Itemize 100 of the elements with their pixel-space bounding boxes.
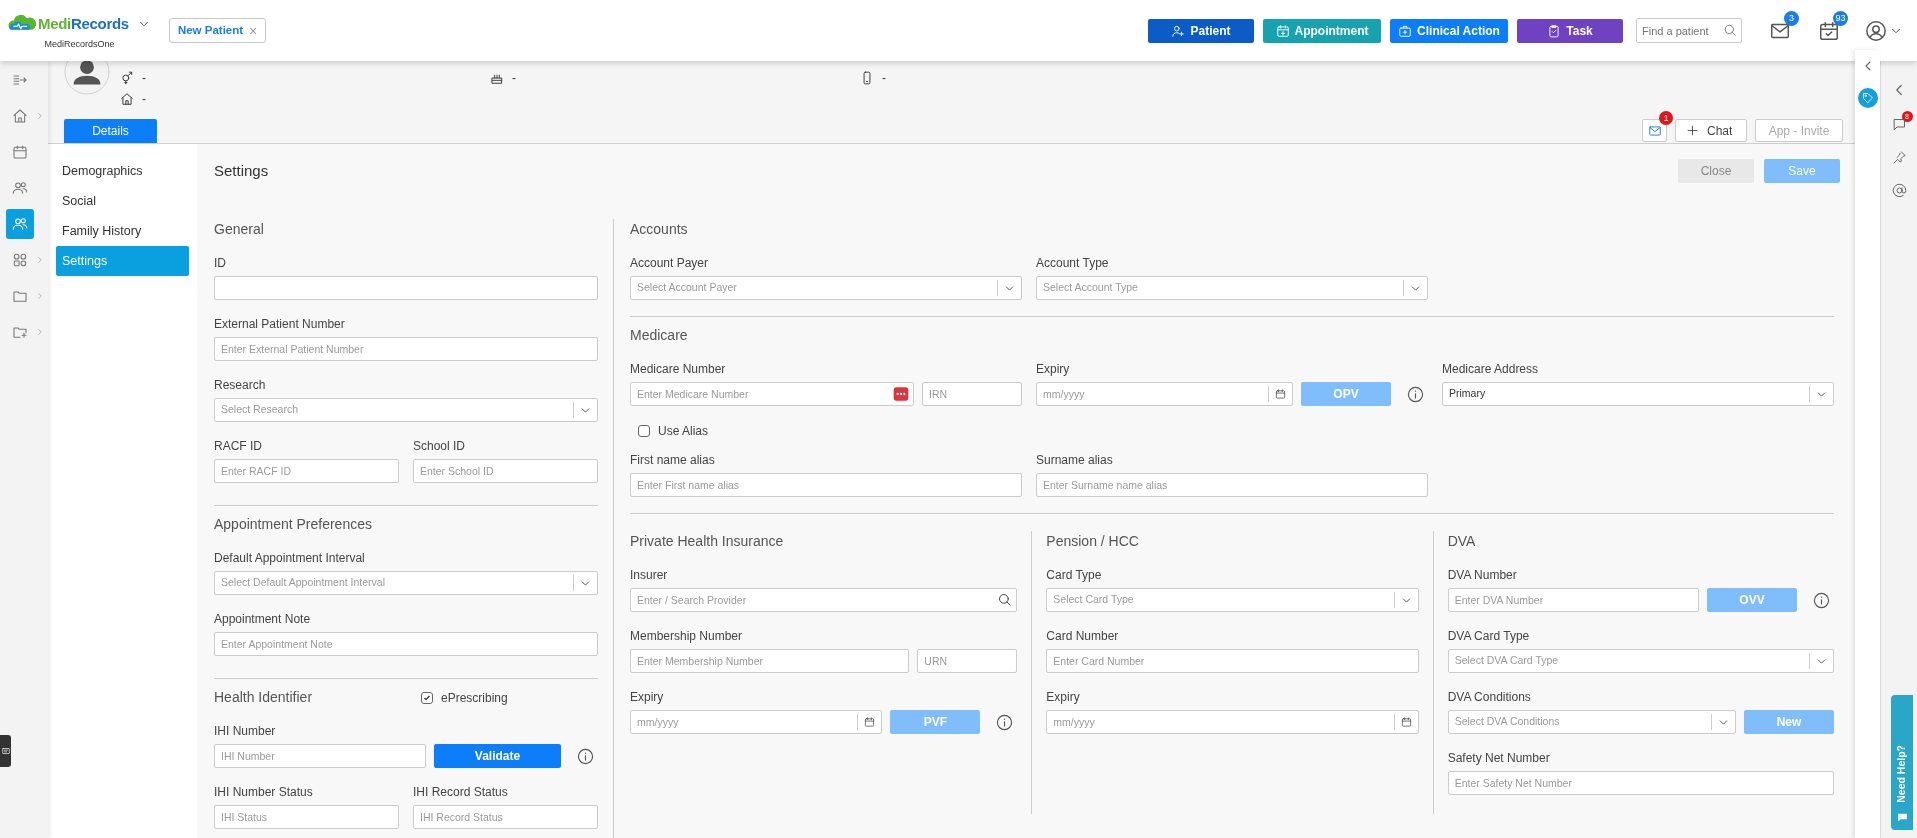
folder-icon <box>12 288 28 304</box>
dropdown-field[interactable]: Select Default Appointment Interval <box>214 571 598 595</box>
date-field[interactable]: mm/yyyy <box>1036 382 1293 406</box>
info-icon <box>577 747 594 765</box>
input-field[interactable]: Enter RACF ID <box>214 459 399 483</box>
mail-button[interactable] <box>1642 119 1667 142</box>
field-label: IHI Record Status <box>413 784 509 800</box>
section-title: Medicare <box>630 326 689 345</box>
section-title: DVA <box>1447 532 1477 551</box>
people-icon <box>12 216 28 232</box>
checkbox[interactable] <box>638 425 650 437</box>
dropdown-field[interactable]: Select Account Payer <box>630 276 1022 300</box>
action-button[interactable]: Task <box>1517 18 1623 43</box>
input-field[interactable]: IHI Record Status <box>413 805 598 829</box>
calendar-check-icon <box>1818 19 1840 42</box>
input-field[interactable]: IHI Number <box>214 744 426 768</box>
brand-subtitle: MediRecordsOne <box>44 37 115 51</box>
input-field[interactable] <box>214 276 598 300</box>
field-label: Surname alias <box>1036 452 1114 468</box>
people-icon <box>12 180 28 196</box>
nav-button[interactable] <box>6 209 34 239</box>
field-label: Research <box>214 377 267 393</box>
dropdown-field[interactable]: Select DVA Card Type <box>1447 649 1834 673</box>
input-field[interactable]: Enter External Patient Number <box>214 337 598 361</box>
search-field[interactable]: Enter / Search Provider <box>630 588 1018 612</box>
input-field[interactable]: Enter First name alias <box>630 473 1022 497</box>
pin-button[interactable] <box>1891 150 1907 165</box>
input-field[interactable]: Enter Safety Net Number <box>1447 771 1834 795</box>
chat-button[interactable]: Chat <box>1675 119 1747 142</box>
field-label: Membership Number <box>630 628 744 644</box>
person-plus-icon <box>1171 23 1186 38</box>
help-tab[interactable]: Need Help? <box>1891 695 1913 830</box>
search-field[interactable]: Find a patient <box>1636 18 1742 43</box>
date-field[interactable]: mm/yyyy <box>630 710 883 734</box>
dropdown-field[interactable]: Select Card Type <box>1046 588 1419 612</box>
input-field[interactable]: Enter Appointment Note <box>214 632 598 656</box>
feedback-tab[interactable] <box>0 735 11 767</box>
chat-icon <box>1891 117 1907 132</box>
action-button[interactable]: Close <box>1678 159 1754 183</box>
menu-item[interactable]: Family History <box>56 216 189 246</box>
mail-icon <box>1647 123 1662 138</box>
field-label: Account Payer <box>630 255 710 271</box>
input-field[interactable]: Enter Card Number <box>1046 649 1419 673</box>
field-value: - <box>882 69 886 87</box>
input-field[interactable]: IRN <box>922 382 1022 406</box>
info-icon <box>1407 385 1424 403</box>
menu-item[interactable]: Settings <box>56 246 189 276</box>
pin-icon <box>1891 150 1907 165</box>
checkbox-label: Use Alias <box>658 423 709 440</box>
action-button[interactable]: Appointment <box>1263 18 1381 43</box>
section-title: Private Health Insurance <box>630 532 785 551</box>
info-icon <box>996 713 1014 731</box>
search-icon <box>1723 23 1737 37</box>
home-icon <box>120 91 134 106</box>
chat-button[interactable] <box>1891 117 1907 132</box>
field-label: Expiry <box>1046 689 1081 705</box>
mention-button[interactable] <box>1891 183 1907 198</box>
checkbox-label: ePrescribing <box>441 689 508 707</box>
input-field[interactable]: Enter DVA Number <box>1447 588 1699 612</box>
dropdown-field[interactable]: Primary <box>1442 382 1834 406</box>
date-field[interactable]: mm/yyyy <box>1046 710 1419 734</box>
open-tab[interactable]: New Patient × <box>168 17 267 44</box>
tag-button[interactable] <box>1857 88 1878 108</box>
action-button[interactable]: Clinical Action <box>1390 18 1508 43</box>
field-value: - <box>142 90 146 108</box>
menu-item[interactable]: Demographics <box>56 156 189 186</box>
field-label: DVA Conditions <box>1447 689 1532 705</box>
input-field[interactable]: IHI Status <box>214 805 399 829</box>
phone-icon <box>860 70 874 85</box>
input-field[interactable]: Enter Medicare Number <box>630 382 914 406</box>
close-icon[interactable]: × <box>249 23 258 38</box>
field-label: School ID <box>413 438 467 454</box>
collapse-icon <box>12 72 28 88</box>
field-label: IHI Number Status <box>214 784 314 800</box>
action-button[interactable]: Patient <box>1148 18 1254 43</box>
dropdown-field[interactable]: Select Research <box>214 398 598 422</box>
section-title: Accounts <box>630 220 689 239</box>
field-label: Medicare Number <box>630 361 727 377</box>
field-label: IHI Number <box>214 723 277 739</box>
input-field[interactable]: Enter Membership Number <box>630 649 910 673</box>
tab[interactable]: Details <box>64 119 157 143</box>
calendar-icon <box>12 144 28 160</box>
chat-icon <box>1895 811 1909 824</box>
checkbox[interactable] <box>421 691 433 704</box>
field-label: Medicare Address <box>1442 361 1540 377</box>
dropdown-field[interactable]: Select DVA Conditions <box>1447 710 1736 734</box>
input-field[interactable]: Enter School ID <box>413 459 598 483</box>
tasks-button[interactable] <box>1818 19 1840 42</box>
action-button[interactable]: Validate <box>434 744 561 768</box>
input-field[interactable]: Enter Surname name alias <box>1036 473 1428 497</box>
section-title: Pension / HCC <box>1046 532 1140 551</box>
field-label: Expiry <box>630 689 665 705</box>
menu-item[interactable]: Social <box>56 186 189 216</box>
chevron-right-icon <box>35 255 45 265</box>
field-label: Default Appointment Interval <box>214 550 366 566</box>
gender-icon <box>120 70 134 85</box>
input-field[interactable]: URN <box>917 649 1018 673</box>
at-icon <box>1891 183 1907 198</box>
dropdown-field[interactable]: Select Account Type <box>1036 276 1428 300</box>
user-menu-button[interactable] <box>1865 19 1903 42</box>
